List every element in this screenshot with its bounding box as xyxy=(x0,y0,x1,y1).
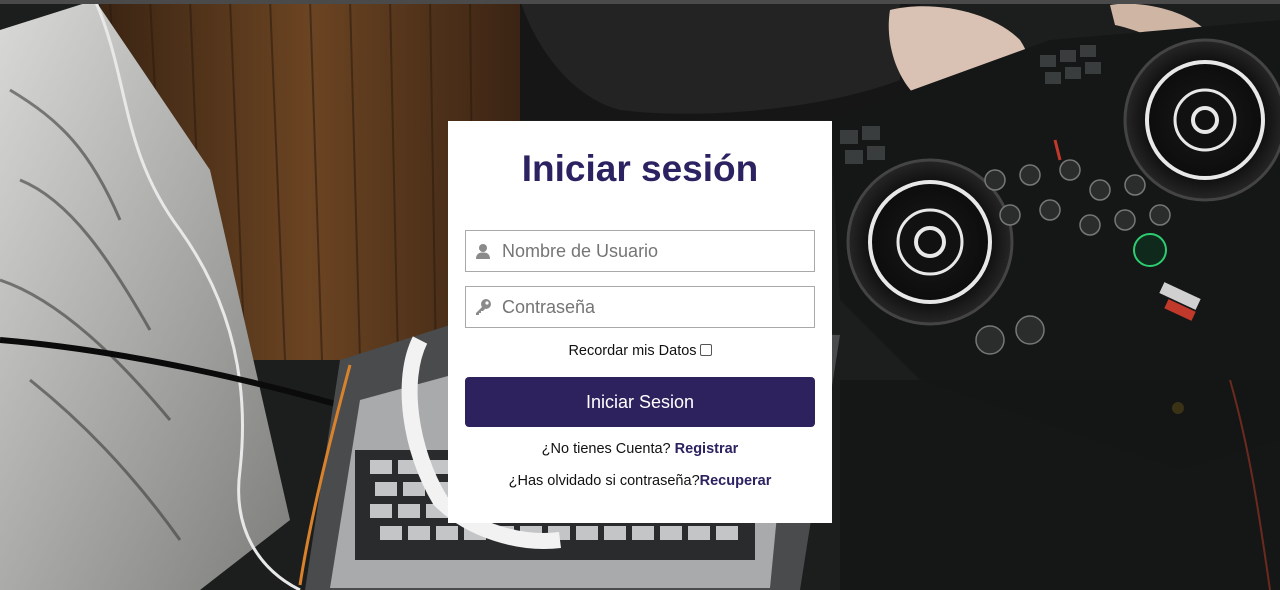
register-row: ¿No tienes Cuenta? Registrar xyxy=(448,441,832,457)
login-title: Iniciar sesión xyxy=(521,148,759,189)
remember-me-row: Recordar mis Datos xyxy=(448,343,832,359)
login-submit-button[interactable]: Iniciar Sesion xyxy=(465,377,815,427)
user-icon xyxy=(474,242,492,260)
register-prompt: ¿No tienes Cuenta? xyxy=(541,441,675,457)
remember-me-checkbox[interactable] xyxy=(699,344,712,356)
recover-row: ¿Has olvidado si contraseña?Recuperar xyxy=(448,473,832,489)
register-link[interactable]: Registrar xyxy=(675,441,739,457)
browser-top-strip xyxy=(0,0,1280,4)
username-field[interactable] xyxy=(465,230,815,272)
key-icon xyxy=(474,298,492,316)
recover-prompt: ¿Has olvidado si contraseña? xyxy=(508,473,700,489)
login-card: Iniciar sesión Recordar mis Datos Inicia… xyxy=(448,121,832,523)
recover-link[interactable]: Recuperar xyxy=(700,473,772,489)
username-input[interactable] xyxy=(502,231,802,271)
password-input[interactable] xyxy=(502,287,802,327)
password-field[interactable] xyxy=(465,286,815,328)
remember-me-label: Recordar mis Datos xyxy=(568,343,697,359)
